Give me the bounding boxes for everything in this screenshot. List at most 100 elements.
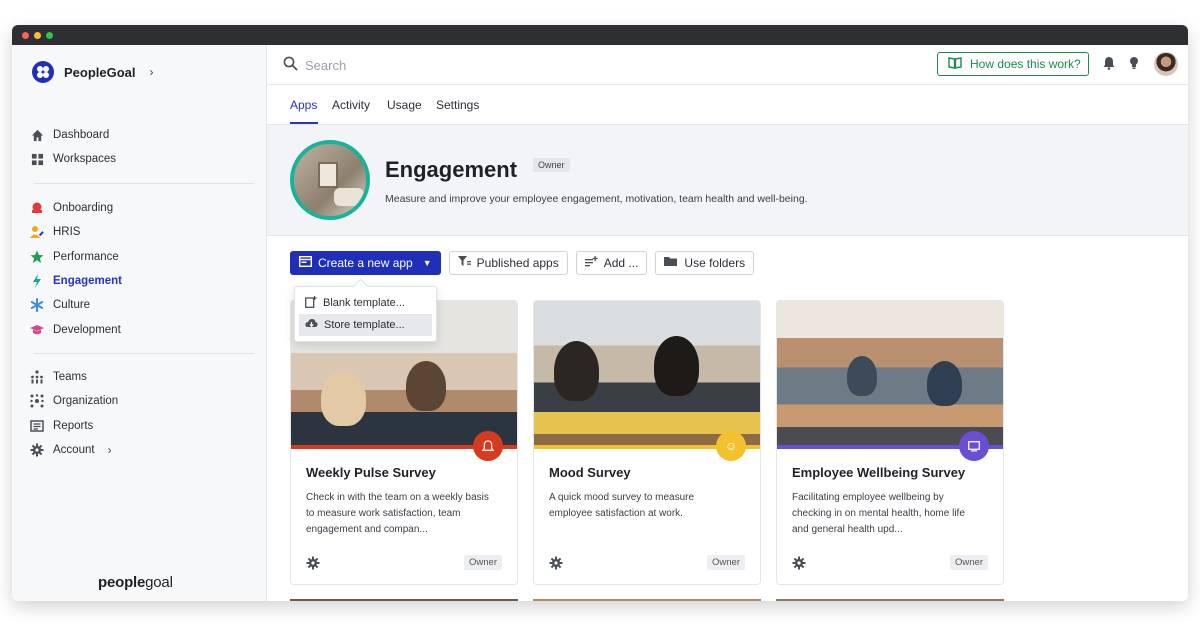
- card-description: A quick mood survey to measure employee …: [549, 492, 695, 519]
- tab-apps[interactable]: Apps: [290, 98, 317, 112]
- sidebar-item-label: Culture: [53, 299, 91, 312]
- bell-icon[interactable]: [1103, 56, 1117, 72]
- published-apps-label: Published apps: [476, 256, 559, 270]
- next-card-row-peek: [290, 599, 518, 601]
- user-avatar[interactable]: [1154, 52, 1178, 76]
- grid-icon: [30, 152, 44, 166]
- footer-logo: peoplegoal: [98, 574, 173, 591]
- role-badge: Owner: [533, 158, 570, 172]
- chevron-right-icon: ›: [107, 443, 112, 458]
- sidebar-item-label: Engagement: [53, 275, 123, 288]
- module-description: Measure and improve your employee engage…: [385, 193, 808, 205]
- sidebar-item-onboarding[interactable]: Onboarding: [30, 196, 254, 220]
- teams-icon: [30, 370, 44, 384]
- sidebar-item-culture[interactable]: Culture: [30, 293, 254, 317]
- cloud-download-icon: [305, 318, 318, 332]
- store-template-option[interactable]: Store template...: [299, 314, 432, 336]
- card-description: Check in with the team on a weekly basis…: [306, 492, 489, 535]
- sidebar-item-dashboard[interactable]: Dashboard: [30, 123, 254, 147]
- window-titlebar: [12, 25, 1188, 45]
- gear-icon[interactable]: [306, 556, 320, 570]
- onboarding-icon: [30, 201, 44, 215]
- tab-activity[interactable]: Activity: [332, 98, 370, 112]
- card-image: [777, 301, 1003, 449]
- folder-icon: [664, 256, 678, 270]
- page-title: Engagement: [385, 157, 518, 182]
- help-label: How does this work?: [970, 57, 1081, 71]
- app-card-employee-wellbeing-survey[interactable]: Employee Wellbeing Survey Facilitating e…: [776, 300, 1004, 585]
- create-app-dropdown: Blank template... Store template...: [294, 286, 437, 342]
- sidebar-item-teams[interactable]: Teams: [30, 365, 254, 389]
- filter-icon: [457, 256, 471, 270]
- sidebar-item-reports[interactable]: Reports: [30, 414, 254, 438]
- use-folders-button[interactable]: Use folders: [655, 251, 755, 275]
- lightbulb-icon[interactable]: [1129, 56, 1143, 72]
- caret-down-icon: ▼: [422, 258, 432, 268]
- sidebar-item-account[interactable]: Account ›: [30, 438, 254, 462]
- app-cards-grid: Weekly Pulse Survey Check in with the te…: [290, 300, 1004, 585]
- gear-icon: [30, 443, 44, 457]
- create-app-label: Create a new app: [318, 256, 413, 270]
- divider: [34, 353, 254, 354]
- sidebar-item-organization[interactable]: Organization: [30, 389, 254, 413]
- published-apps-button[interactable]: Published apps: [448, 251, 568, 275]
- sidebar-item-label: Development: [53, 323, 121, 336]
- app-card-weekly-pulse-survey[interactable]: Weekly Pulse Survey Check in with the te…: [290, 300, 518, 585]
- close-window-button[interactable]: [22, 32, 29, 39]
- next-card-row-peek: [776, 599, 1004, 601]
- star-icon: [30, 250, 44, 264]
- sidebar-item-label: HRIS: [53, 226, 81, 239]
- next-card-row-peek: [533, 599, 761, 601]
- use-folders-label: Use folders: [684, 256, 746, 270]
- card-title: Employee Wellbeing Survey: [792, 465, 966, 480]
- search-input[interactable]: [305, 54, 705, 76]
- blank-template-option[interactable]: Blank template...: [299, 292, 432, 314]
- top-bar: How does this work?: [267, 45, 1188, 85]
- tab-settings[interactable]: Settings: [436, 98, 479, 112]
- sidebar-item-hris[interactable]: HRIS: [30, 220, 254, 244]
- bell-icon: [473, 431, 503, 461]
- sidebar-item-label: Dashboard: [53, 129, 110, 142]
- how-does-this-work-button[interactable]: How does this work?: [937, 52, 1089, 76]
- add-button[interactable]: Add ...: [575, 251, 648, 275]
- app-window-icon: [298, 255, 313, 270]
- create-app-button[interactable]: Create a new app ▼: [290, 251, 441, 275]
- asterisk-icon: [30, 298, 44, 313]
- role-badge: Owner: [950, 555, 988, 570]
- app-card-mood-survey[interactable]: ☺ Mood Survey A quick mood survey to mea…: [533, 300, 761, 585]
- role-badge: Owner: [464, 555, 502, 570]
- gear-icon[interactable]: [549, 556, 563, 570]
- footer-logo-light: goal: [145, 574, 173, 591]
- sidebar-item-label: Organization: [53, 395, 119, 408]
- sidebar-item-label: Onboarding: [53, 202, 114, 215]
- nav-top: Dashboard Workspaces: [30, 123, 254, 172]
- gear-icon[interactable]: [792, 556, 806, 570]
- module-image: [290, 140, 370, 220]
- maximize-window-button[interactable]: [46, 32, 53, 39]
- card-title: Mood Survey: [549, 465, 631, 480]
- sidebar-item-performance[interactable]: Performance: [30, 245, 254, 269]
- sidebar-item-development[interactable]: Development: [30, 317, 254, 341]
- peoplegoal-logo-icon: [32, 61, 54, 83]
- workspace-switcher[interactable]: PeopleGoal ›: [32, 61, 154, 83]
- divider: [34, 183, 254, 184]
- reports-icon: [30, 419, 44, 433]
- minimize-window-button[interactable]: [34, 32, 41, 39]
- sidebar-item-label: Performance: [53, 250, 119, 263]
- tab-usage[interactable]: Usage: [387, 98, 422, 112]
- app-window: PeopleGoal › Dashboard Workspaces Onboar…: [12, 25, 1188, 601]
- card-title: Weekly Pulse Survey: [306, 465, 436, 480]
- sidebar-item-workspaces[interactable]: Workspaces: [30, 147, 254, 171]
- sidebar-item-label: Account: [53, 444, 95, 457]
- sidebar-item-label: Reports: [53, 419, 94, 432]
- apps-toolbar: Create a new app ▼ Published apps Add ..…: [290, 251, 755, 275]
- role-badge: Owner: [707, 555, 745, 570]
- card-description: Facilitating employee wellbeing by check…: [792, 492, 965, 535]
- card-image: [534, 301, 760, 449]
- search-icon: [283, 56, 298, 71]
- sidebar-item-engagement[interactable]: Engagement: [30, 269, 254, 293]
- home-icon: [30, 128, 44, 142]
- hris-icon: [30, 225, 44, 239]
- add-label: Add ...: [603, 256, 639, 270]
- book-icon: [948, 56, 962, 72]
